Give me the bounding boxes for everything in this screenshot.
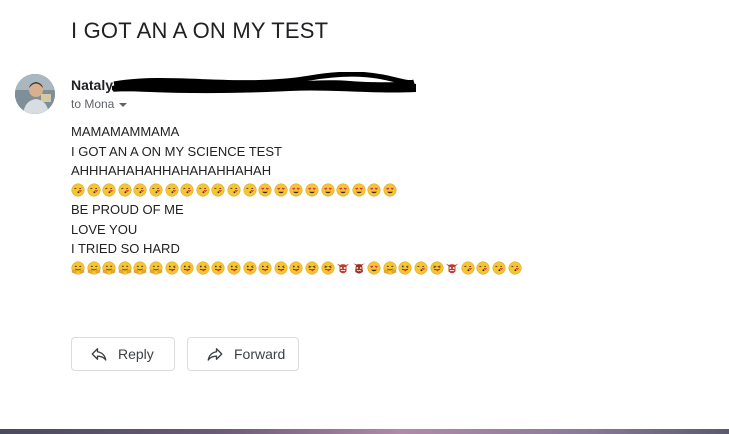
hug-emoji-icon <box>118 261 132 275</box>
kiss-emoji-icon <box>243 183 257 197</box>
forward-button[interactable]: Forward <box>187 337 299 371</box>
kiss-emoji-icon <box>461 261 475 275</box>
hearteyes-emoji-icon <box>305 183 319 197</box>
hug-emoji-icon <box>149 261 163 275</box>
kiss-emoji-icon <box>71 183 85 197</box>
tongue-emoji-icon <box>289 261 303 275</box>
tongue-emoji-icon <box>258 261 272 275</box>
tongue-emoji-icon <box>243 261 257 275</box>
kiss-emoji-icon <box>196 183 210 197</box>
hearteyes-emoji-icon <box>320 183 335 197</box>
emoji-row <box>71 181 631 201</box>
emoji-row <box>71 259 631 279</box>
tongue-emoji-icon <box>211 261 225 275</box>
reply-button[interactable]: Reply <box>71 337 175 371</box>
tongue-emoji-icon <box>180 261 194 275</box>
body-line: I TRIED SO HARD <box>71 241 180 256</box>
redaction-scribble <box>112 72 416 94</box>
goblin-emoji-icon <box>446 263 459 274</box>
body-line: I GOT AN A ON MY SCIENCE TEST <box>71 143 282 159</box>
email-body: MAMAMAMMAMA I GOT AN A ON MY SCIENCE TES… <box>71 122 631 278</box>
forward-label: Forward <box>234 346 286 362</box>
kiss-emoji-icon <box>211 183 225 197</box>
squint-emoji-icon <box>305 261 319 275</box>
kiss-emoji-icon <box>133 183 147 197</box>
kiss-emoji-icon <box>508 261 522 275</box>
hearteyes-emoji-icon <box>367 183 381 197</box>
recipient-row[interactable]: to Mona <box>71 97 128 111</box>
forward-icon <box>206 345 224 363</box>
kiss-emoji-icon <box>492 261 506 275</box>
hearteyes-emoji-icon <box>289 183 303 197</box>
reply-icon <box>90 345 108 363</box>
body-line: LOVE YOU <box>71 221 138 237</box>
bottom-divider <box>0 429 729 434</box>
sender-name[interactable]: Nataly <box>71 77 113 93</box>
reply-label: Reply <box>118 346 154 362</box>
kiss-emoji-icon <box>102 183 116 197</box>
tongue-emoji-icon <box>398 261 412 275</box>
kiss-emoji-icon <box>180 183 194 197</box>
hug-emoji-icon <box>383 261 397 275</box>
hearteyes-emoji-icon <box>336 183 350 197</box>
recipient-label: to Mona <box>71 97 115 111</box>
tongue-emoji-icon <box>165 261 179 275</box>
kiss-emoji-icon <box>149 183 163 197</box>
kiss-emoji-icon <box>165 183 179 197</box>
hearteyes-emoji-icon <box>367 261 381 275</box>
squint-emoji-icon <box>320 261 335 275</box>
hearteyes-emoji-icon <box>258 183 272 197</box>
tongue-emoji-icon <box>196 261 210 275</box>
squint-emoji-icon <box>430 261 444 275</box>
hug-emoji-icon <box>133 261 147 275</box>
body-line: BE PROUD OF ME <box>71 202 184 217</box>
chevron-down-icon[interactable] <box>118 99 128 109</box>
kiss-emoji-icon <box>118 183 132 197</box>
hug-emoji-icon <box>87 261 101 275</box>
kiss-emoji-icon <box>414 261 428 275</box>
goblin-emoji-icon <box>336 263 350 274</box>
body-line: AHHHAHAHAHHAHAHAHHAHAH <box>71 163 272 178</box>
sender-avatar[interactable] <box>15 74 55 114</box>
tongue-emoji-icon <box>274 261 288 275</box>
hearteyes-emoji-icon <box>352 183 366 197</box>
hearteyes-emoji-icon <box>383 183 397 197</box>
ogre-emoji-icon <box>353 263 365 274</box>
email-subject: I GOT AN A ON MY TEST <box>71 18 329 43</box>
kiss-emoji-icon <box>227 183 241 197</box>
kiss-emoji-icon <box>476 261 490 275</box>
hearteyes-emoji-icon <box>274 183 288 197</box>
hug-emoji-icon <box>71 261 85 275</box>
hug-emoji-icon <box>102 261 116 275</box>
avatar-photo <box>15 74 55 114</box>
kiss-emoji-icon <box>87 183 101 197</box>
body-line: MAMAMAMMAMA <box>71 124 180 139</box>
tongue-emoji-icon <box>227 261 241 275</box>
